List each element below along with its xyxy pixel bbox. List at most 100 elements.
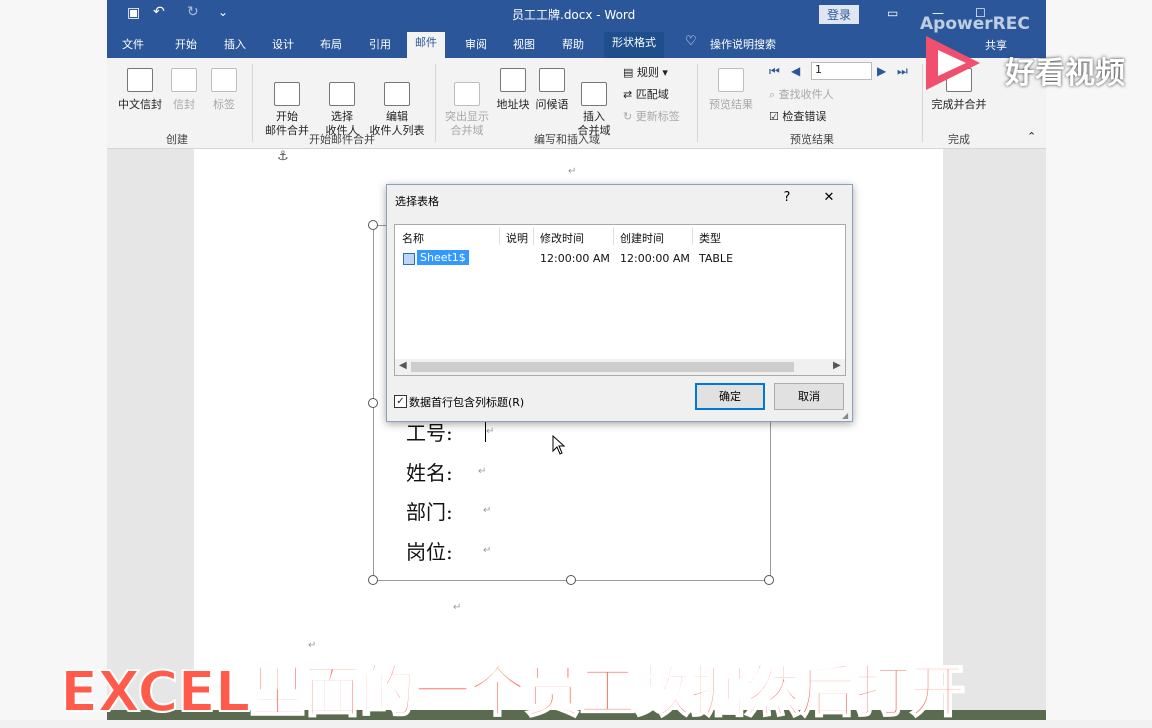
record-number-input[interactable]: 1: [811, 62, 872, 80]
start-mail-merge-button[interactable]: 开始 邮件合并: [259, 68, 315, 138]
greeting-line-button[interactable]: 问候语: [533, 68, 571, 112]
resize-handle[interactable]: [368, 220, 378, 230]
horizontal-scrollbar[interactable]: ◀ ▶: [395, 359, 845, 375]
tell-me-search[interactable]: 操作说明搜索: [710, 36, 776, 52]
paragraph-mark: ↵: [483, 505, 492, 516]
match-fields-button[interactable]: ⇄ 匹配域: [623, 86, 669, 102]
highlight-merge-fields-button[interactable]: 突出显示 合并域: [441, 68, 493, 138]
field-name: 姓名:: [406, 461, 453, 485]
insert-field-icon: [581, 82, 607, 106]
tab-help[interactable]: 帮助: [562, 36, 584, 52]
first-row-headers-label[interactable]: 数据首行包含列标题(R): [409, 394, 524, 410]
field-position: 岗位:: [406, 540, 453, 564]
column-header-created[interactable]: 创建时间: [620, 230, 664, 246]
paragraph-mark: ↵: [486, 426, 495, 437]
tab-home[interactable]: 开始: [175, 36, 197, 52]
column-header-description[interactable]: 说明: [506, 230, 528, 246]
table-row-modified: 12:00:00 AM: [540, 252, 610, 265]
column-divider[interactable]: [533, 227, 534, 245]
login-button[interactable]: 登录: [819, 5, 860, 24]
update-labels-button[interactable]: ↻ 更新标签: [623, 108, 680, 124]
scroll-left-icon[interactable]: ◀: [399, 360, 407, 371]
first-row-headers-checkbox[interactable]: ✓: [394, 395, 407, 408]
right-margin: [1046, 0, 1152, 720]
column-divider[interactable]: [613, 227, 614, 245]
ribbon-tabs: 文件 开始 插入 设计 布局 引用 邮件 审阅 视图 帮助 形状格式 ♡ 操作说…: [107, 28, 1046, 58]
tab-shape-format[interactable]: 形状格式: [604, 32, 664, 58]
chinese-envelope-button[interactable]: 中文信封: [115, 68, 165, 112]
tab-design[interactable]: 设计: [272, 36, 294, 52]
tab-file[interactable]: 文件: [122, 36, 144, 52]
table-icon: [403, 253, 415, 265]
resize-handle[interactable]: [368, 575, 378, 585]
left-margin: [0, 0, 107, 720]
column-divider[interactable]: [692, 227, 693, 245]
ok-button[interactable]: 确定: [695, 383, 765, 410]
resize-handle[interactable]: [764, 575, 774, 585]
tab-references[interactable]: 引用: [369, 36, 391, 52]
close-icon[interactable]: ✕: [818, 190, 840, 205]
tab-insert[interactable]: 插入: [224, 36, 246, 52]
column-header-modified[interactable]: 修改时间: [540, 230, 584, 246]
field-department: 部门:: [406, 500, 453, 524]
preview-icon: [718, 68, 744, 92]
resize-handle[interactable]: [566, 575, 576, 585]
group-create-label: 创建: [166, 133, 188, 146]
envelopes-button[interactable]: 信封: [169, 68, 199, 112]
first-record-icon[interactable]: ⏮: [769, 64, 780, 79]
group-preview-label: 预览结果: [790, 133, 834, 146]
check-icon: ☑: [769, 110, 783, 123]
document-icon: [274, 82, 300, 106]
tab-mailings[interactable]: 邮件: [407, 32, 445, 58]
edit-list-icon: [384, 82, 410, 106]
save-icon[interactable]: ▣: [127, 5, 140, 21]
tab-layout[interactable]: 布局: [320, 36, 342, 52]
address-block-icon: [500, 68, 526, 92]
address-block-button[interactable]: 地址块: [495, 68, 531, 112]
insert-merge-field-button[interactable]: 插入 合并域: [573, 68, 615, 138]
edit-recipient-list-button[interactable]: 编辑 收件人列表: [367, 68, 427, 138]
share-button[interactable]: 共享: [985, 37, 1007, 53]
find-icon: ⌕: [769, 88, 779, 101]
labels-button[interactable]: 标签: [209, 68, 239, 112]
mouse-pointer-icon: [552, 435, 566, 455]
scroll-right-icon[interactable]: ▶: [833, 360, 841, 371]
customize-qat-icon[interactable]: ⌄: [218, 5, 228, 19]
paragraph-mark: ↵: [568, 166, 577, 177]
group-separator: [435, 64, 436, 142]
resize-handle[interactable]: [368, 398, 378, 408]
collapse-ribbon-icon[interactable]: ⌃: [1027, 130, 1036, 143]
tab-view[interactable]: 视图: [513, 36, 535, 52]
next-record-icon[interactable]: ▶: [877, 64, 886, 78]
rules-button[interactable]: ▤ 规则 ▾: [623, 64, 668, 80]
table-list[interactable]: 名称 说明 修改时间 创建时间 类型 Sheet1$ 12:00:00 AM 1…: [394, 224, 846, 376]
cancel-button[interactable]: 取消: [774, 383, 844, 410]
column-header-name[interactable]: 名称: [402, 230, 424, 246]
help-button[interactable]: ?: [776, 190, 798, 205]
find-recipient-button[interactable]: ⌕ 查找收件人: [769, 86, 834, 102]
ribbon-display-icon[interactable]: ▭: [887, 6, 898, 20]
redo-icon[interactable]: ↻: [187, 4, 199, 20]
group-start-label: 开始邮件合并: [309, 133, 375, 146]
resize-grip-icon[interactable]: ◢: [842, 411, 848, 420]
lightbulb-icon: ♡: [685, 34, 697, 49]
ribbon-mailings: 中文信封 信封 标签 创建 开始 邮件合并 选择 收件人 编辑 收件人列表 开始…: [107, 58, 1046, 149]
select-recipients-button[interactable]: 选择 收件人: [317, 68, 367, 138]
scrollbar-thumb[interactable]: [411, 362, 794, 372]
previous-record-icon[interactable]: ◀: [791, 64, 800, 78]
last-record-icon[interactable]: ⏭: [897, 64, 908, 79]
table-row-name[interactable]: Sheet1$: [417, 250, 469, 265]
video-platform-logo-icon: [926, 36, 980, 90]
check-errors-button[interactable]: ☑ 检查错误: [769, 108, 826, 124]
table-row-type: TABLE: [699, 252, 734, 265]
paragraph-mark: ↵: [478, 466, 487, 477]
column-header-type[interactable]: 类型: [699, 230, 721, 246]
column-divider[interactable]: [499, 227, 500, 245]
undo-icon[interactable]: ↶: [153, 4, 165, 20]
video-caption: EXCEL里面的一个员工数据然后打开: [59, 659, 966, 726]
video-platform-watermark: 好看视频: [1005, 56, 1125, 91]
envelope-icon: [171, 68, 197, 92]
preview-results-button[interactable]: 预览结果: [705, 68, 757, 112]
tab-review[interactable]: 审阅: [465, 36, 487, 52]
dialog-title: 选择表格: [395, 195, 439, 208]
